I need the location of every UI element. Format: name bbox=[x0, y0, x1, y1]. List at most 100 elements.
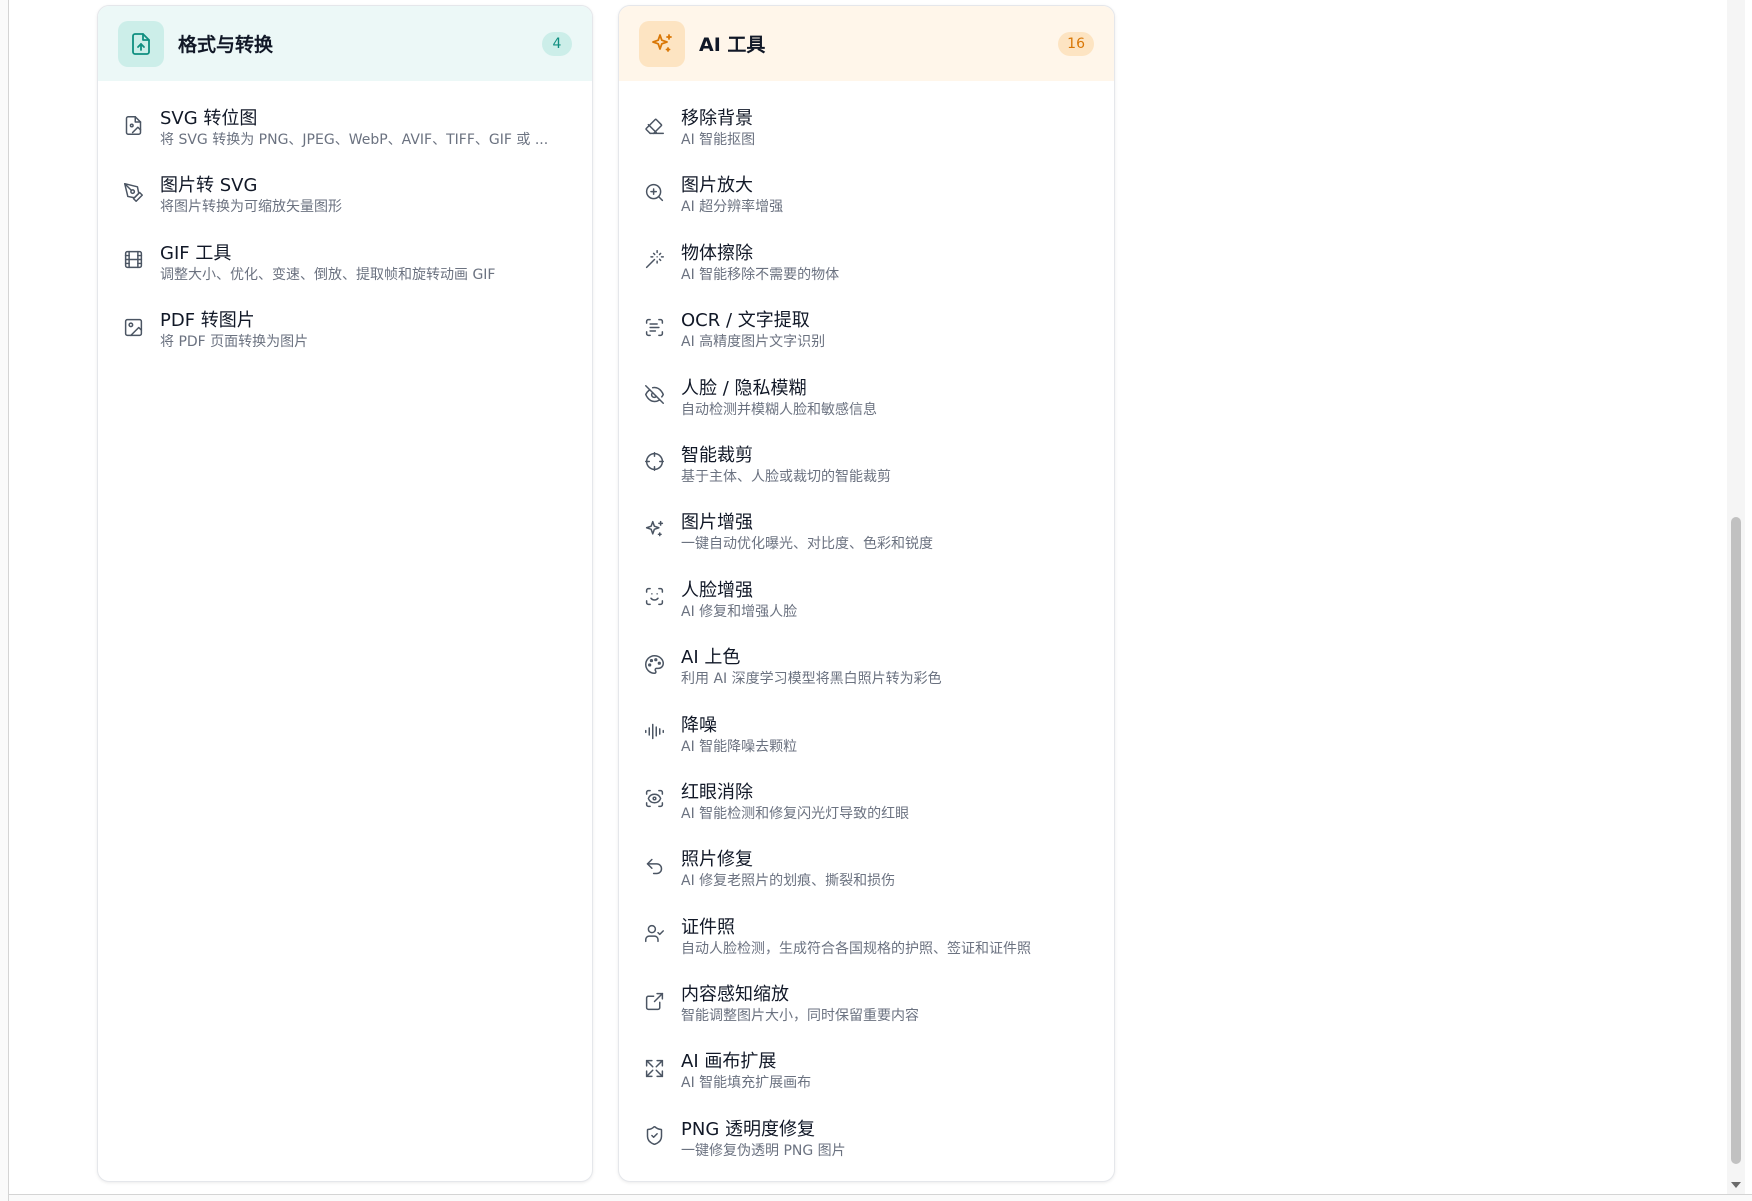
tool-text: 智能裁剪基于主体、人脸或裁切的智能裁剪 bbox=[681, 444, 1094, 487]
zoom-in-icon bbox=[643, 181, 665, 203]
ai-count-badge: 16 bbox=[1058, 31, 1094, 56]
scrollbar-thumb[interactable] bbox=[1731, 517, 1741, 1164]
tool-title: 内容感知缩放 bbox=[681, 984, 789, 1006]
palette-icon bbox=[643, 653, 665, 675]
tool-description: 将图片转换为可缩放矢量图形 bbox=[160, 199, 342, 216]
format_card-tool-item[interactable]: GIF 工具 调整大小、优化、变速、倒放、提取帧和旋转动画 GIF bbox=[98, 230, 592, 297]
format_card-tool-item[interactable]: 图片转 SVG 将图片转换为可缩放矢量图形 bbox=[98, 162, 592, 229]
tool-text: 照片修复 AI 修复老照片的划痕、撕裂和损伤 bbox=[681, 848, 1094, 891]
tool-description: 自动检测并模糊人脸和敏感信息 bbox=[681, 401, 877, 418]
tool-description: 一键自动优化曝光、对比度、色彩和锐度 bbox=[681, 536, 933, 553]
ai-card-header: AI 工具 16 bbox=[619, 6, 1114, 81]
eye-off-icon bbox=[643, 384, 665, 406]
format-card-header: 格式与转换 4 bbox=[98, 6, 592, 81]
tool-text: AI 画布扩展 AI 智能填充扩展画布 bbox=[681, 1050, 1094, 1093]
tool-text: PNG 透明度修复一键修复伪透明 PNG 图片 bbox=[681, 1118, 1094, 1161]
tool-description: 将 PDF 页面转换为图片 bbox=[160, 334, 309, 351]
format_card-tool-item[interactable]: SVG 转位图将 SVG 转换为 PNG、JPEG、WebP、AVIF、TIFF… bbox=[98, 95, 592, 162]
ai_card-tool-item[interactable]: 图片增强一键自动优化曝光、对比度、色彩和锐度 bbox=[619, 499, 1114, 566]
tool-text: SVG 转位图将 SVG 转换为 PNG、JPEG、WebP、AVIF、TIFF… bbox=[160, 107, 572, 150]
ai-tool-list: 移除背景 AI 智能抠图图片放大 AI 超分辨率增强物体擦除 AI 智能移除不需要的物… bbox=[619, 81, 1114, 1173]
tool-description: AI 智能填充扩展画布 bbox=[681, 1075, 812, 1092]
window-left-edge bbox=[0, 0, 9, 1201]
scan-face-icon bbox=[643, 586, 665, 608]
format-count-badge: 4 bbox=[542, 31, 572, 56]
tool-description: AI 智能移除不需要的物体 bbox=[681, 266, 840, 283]
tool-text: 图片放大 AI 超分辨率增强 bbox=[681, 174, 1094, 217]
tool-title: PDF 转图片 bbox=[160, 310, 255, 332]
magic-wand-icon bbox=[643, 249, 665, 271]
file-image-icon bbox=[122, 114, 144, 136]
tool-title: 红眼消除 bbox=[681, 781, 753, 803]
vertical-scrollbar[interactable] bbox=[1727, 0, 1745, 1194]
tool-title: SVG 转位图 bbox=[160, 108, 258, 129]
ai_card-tool-item[interactable]: 人脸 / 隐私模糊 自动检测并模糊人脸和敏感信息 bbox=[619, 365, 1114, 432]
tool-text: GIF 工具 调整大小、优化、变速、倒放、提取帧和旋转动画 GIF bbox=[160, 242, 572, 285]
tool-title: PNG 透明度修复 bbox=[681, 1118, 815, 1140]
tool-text: 证件照自动人脸检测，生成符合各国规格的护照、签证和证件照 bbox=[681, 916, 1094, 959]
ai_card-tool-item[interactable]: 红眼消除 AI 智能检测和修复闪光灯导致的红眼 bbox=[619, 769, 1114, 836]
format-tool-list: SVG 转位图将 SVG 转换为 PNG、JPEG、WebP、AVIF、TIFF… bbox=[98, 81, 592, 365]
file-upload-icon bbox=[118, 20, 164, 67]
ai_card-tool-item[interactable]: 图片放大 AI 超分辨率增强 bbox=[619, 162, 1114, 229]
tool-description: AI 修复和增强人脸 bbox=[681, 603, 798, 620]
tool-text: OCR / 文字提取 AI 高精度图片文字识别 bbox=[681, 309, 1094, 352]
tool-description: 将 SVG 转换为 PNG、JPEG、WebP、AVIF、TIFF、GIF 或 … bbox=[160, 132, 549, 148]
ai-card-title: AI 工具 bbox=[699, 34, 766, 56]
tool-title: AI 上色 bbox=[681, 647, 741, 669]
tool-description: 自动人脸检测，生成符合各国规格的护照、签证和证件照 bbox=[681, 940, 1031, 957]
tool-text: 降噪 AI 智能降噪去颗粒 bbox=[681, 714, 1094, 757]
tool-title: 图片转 SVG bbox=[160, 175, 258, 197]
ai_card-tool-item[interactable]: PNG 透明度修复一键修复伪透明 PNG 图片 bbox=[619, 1106, 1114, 1173]
external-resize-icon bbox=[643, 990, 665, 1012]
tool-title: 照片修复 bbox=[681, 849, 753, 871]
ai_card-tool-item[interactable]: 人脸增强 AI 修复和增强人脸 bbox=[619, 567, 1114, 634]
eraser-icon bbox=[643, 114, 665, 136]
scroll-down-arrow-icon[interactable] bbox=[1731, 1182, 1741, 1188]
image-square-icon bbox=[122, 316, 144, 338]
tool-description: 一键修复伪透明 PNG 图片 bbox=[681, 1142, 846, 1159]
ai_card-tool-item[interactable]: 智能裁剪基于主体、人脸或裁切的智能裁剪 bbox=[619, 432, 1114, 499]
ai_card-tool-item[interactable]: 证件照自动人脸检测，生成符合各国规格的护照、签证和证件照 bbox=[619, 904, 1114, 971]
scan-text-icon bbox=[643, 316, 665, 338]
tool-title: 证件照 bbox=[681, 916, 735, 938]
tool-title: 物体擦除 bbox=[681, 242, 753, 264]
tool-description: AI 智能降噪去颗粒 bbox=[681, 738, 798, 755]
tool-title: GIF 工具 bbox=[160, 242, 232, 264]
tool-title: AI 画布扩展 bbox=[681, 1051, 777, 1073]
shield-check-icon bbox=[643, 1125, 665, 1147]
tool-description: AI 智能抠图 bbox=[681, 132, 756, 148]
tool-description: AI 修复老照片的划痕、撕裂和损伤 bbox=[681, 873, 896, 890]
format_card-tool-item[interactable]: PDF 转图片将 PDF 页面转换为图片 bbox=[98, 297, 592, 364]
ai_card-tool-item[interactable]: 物体擦除 AI 智能移除不需要的物体 bbox=[619, 230, 1114, 297]
ai_card-tool-item[interactable]: OCR / 文字提取 AI 高精度图片文字识别 bbox=[619, 297, 1114, 364]
audio-waveform-icon bbox=[643, 721, 665, 743]
tool-text: 物体擦除 AI 智能移除不需要的物体 bbox=[681, 242, 1094, 285]
tool-text: 人脸 / 隐私模糊 自动检测并模糊人脸和敏感信息 bbox=[681, 377, 1094, 420]
tool-description: AI 超分辨率增强 bbox=[681, 199, 784, 216]
user-check-icon bbox=[643, 923, 665, 945]
tool-text: 红眼消除 AI 智能检测和修复闪光灯导致的红眼 bbox=[681, 781, 1094, 824]
ai_card-tool-item[interactable]: 移除背景 AI 智能抠图 bbox=[619, 95, 1114, 162]
expand-icon bbox=[643, 1057, 665, 1079]
tool-title: 智能裁剪 bbox=[681, 444, 753, 466]
tool-text: 内容感知缩放 智能调整图片大小，同时保留重要内容 bbox=[681, 983, 1094, 1026]
ai_card-tool-item[interactable]: AI 画布扩展 AI 智能填充扩展画布 bbox=[619, 1038, 1114, 1105]
sparkles-icon bbox=[643, 518, 665, 540]
tool-title: 移除背景 bbox=[681, 108, 753, 129]
tool-title: 图片增强 bbox=[681, 512, 753, 534]
format-card-title: 格式与转换 bbox=[178, 34, 274, 56]
tool-description: 基于主体、人脸或裁切的智能裁剪 bbox=[681, 468, 891, 485]
ai_card-tool-item[interactable]: 降噪 AI 智能降噪去颗粒 bbox=[619, 702, 1114, 769]
sparkles-icon bbox=[639, 20, 685, 67]
tool-title: 降噪 bbox=[681, 714, 717, 736]
ai_card-tool-item[interactable]: 照片修复 AI 修复老照片的划痕、撕裂和损伤 bbox=[619, 836, 1114, 903]
tool-text: AI 上色 利用 AI 深度学习模型将黑白照片转为彩色 bbox=[681, 646, 1094, 689]
ai_card-tool-item[interactable]: AI 上色 利用 AI 深度学习模型将黑白照片转为彩色 bbox=[619, 634, 1114, 701]
pen-tool-icon bbox=[122, 181, 144, 203]
undo-icon bbox=[643, 855, 665, 877]
tool-title: OCR / 文字提取 bbox=[681, 310, 810, 332]
ai_card-tool-item[interactable]: 内容感知缩放 智能调整图片大小，同时保留重要内容 bbox=[619, 971, 1114, 1038]
tool-description: AI 高精度图片文字识别 bbox=[681, 334, 826, 351]
tool-text: PDF 转图片将 PDF 页面转换为图片 bbox=[160, 309, 572, 352]
